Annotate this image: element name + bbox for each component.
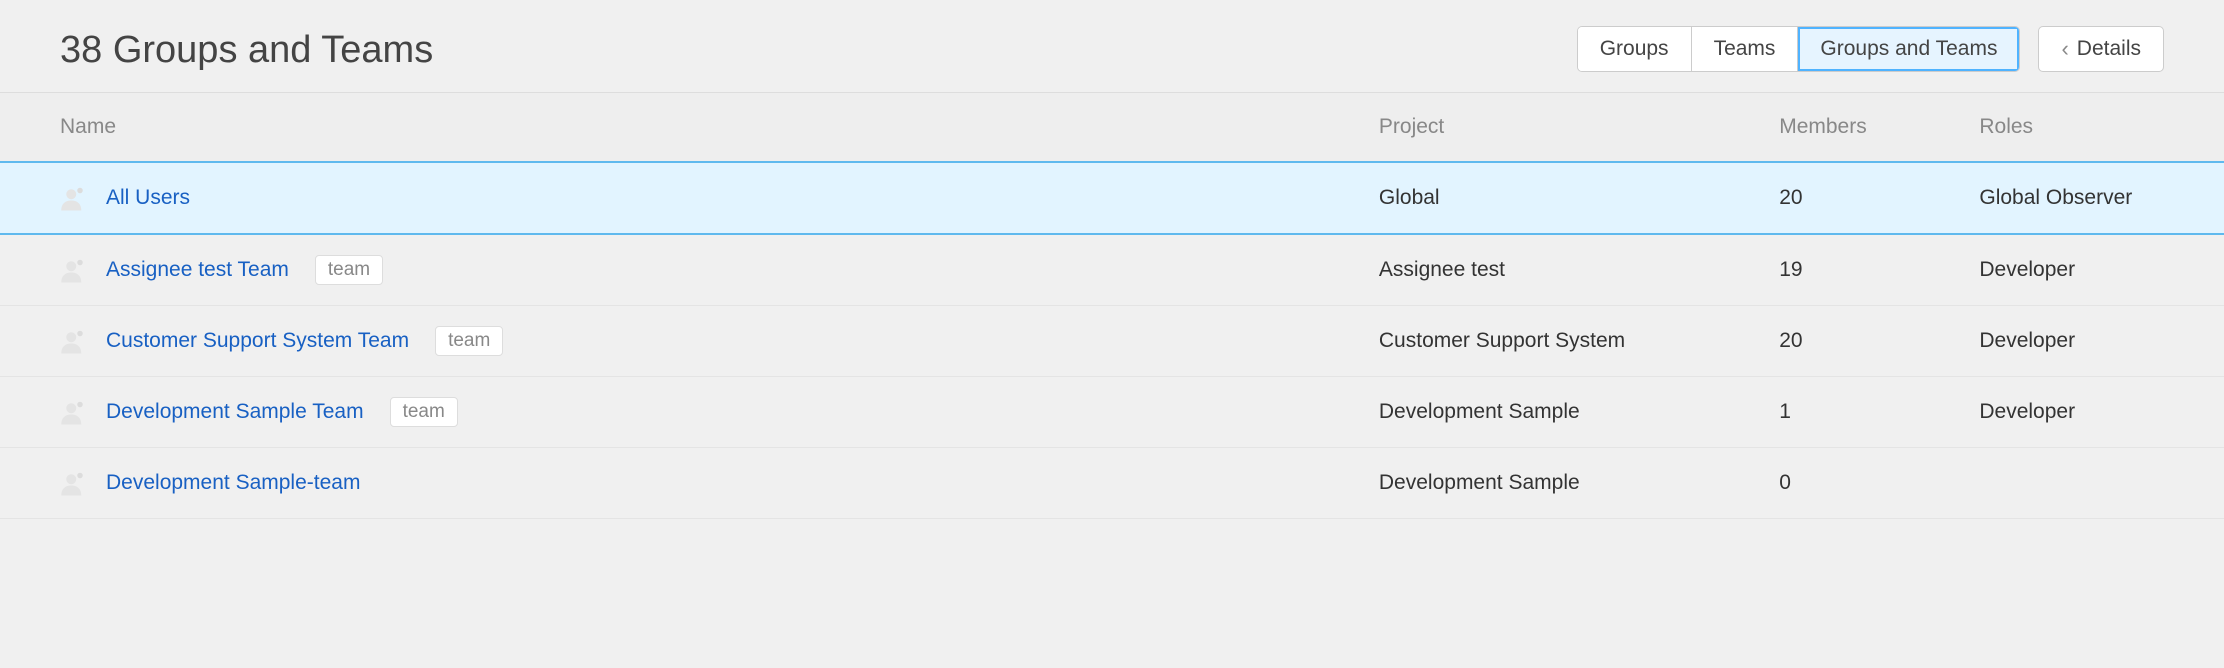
team-badge: team [435, 326, 503, 356]
group-name-link[interactable]: All Users [106, 186, 190, 210]
col-header-members[interactable]: Members [1779, 93, 1979, 163]
cell-project: Development Sample [1379, 448, 1779, 519]
table-row[interactable]: Development Sample-team Development Sampl… [0, 448, 2224, 519]
table-header-row: Name Project Members Roles [0, 93, 2224, 163]
cell-project: Global [1379, 162, 1779, 234]
details-label: Details [2077, 37, 2141, 61]
tab-groups-and-teams[interactable]: Groups and Teams [1798, 27, 2019, 71]
cell-members: 19 [1779, 234, 1979, 306]
cell-members: 1 [1779, 377, 1979, 448]
cell-roles [1979, 448, 2224, 519]
cell-roles: Developer [1979, 234, 2224, 306]
cell-roles: Global Observer [1979, 162, 2224, 234]
cell-project: Assignee test [1379, 234, 1779, 306]
view-tab-group: Groups Teams Groups and Teams [1577, 26, 2021, 72]
col-header-project[interactable]: Project [1379, 93, 1779, 163]
page-title: 38 Groups and Teams [60, 29, 433, 72]
cell-members: 20 [1779, 306, 1979, 377]
users-icon [60, 183, 90, 213]
group-name-link[interactable]: Development Sample-team [106, 471, 360, 495]
toolbar: Groups Teams Groups and Teams ‹ Details [1577, 26, 2164, 72]
cell-project: Customer Support System [1379, 306, 1779, 377]
group-name-link[interactable]: Assignee test Team [106, 258, 289, 282]
group-name-link[interactable]: Customer Support System Team [106, 329, 409, 353]
users-icon [60, 468, 90, 498]
table-row[interactable]: Customer Support System Team team Customer… [0, 306, 2224, 377]
cell-members: 20 [1779, 162, 1979, 234]
users-icon [60, 255, 90, 285]
col-header-roles[interactable]: Roles [1979, 93, 2224, 163]
cell-roles: Developer [1979, 306, 2224, 377]
users-icon [60, 397, 90, 427]
cell-members: 0 [1779, 448, 1979, 519]
team-badge: team [315, 255, 383, 285]
groups-table: Name Project Members Roles All Users Glob… [0, 92, 2224, 519]
users-icon [60, 326, 90, 356]
table-row[interactable]: Assignee test Team team Assignee test19Dev… [0, 234, 2224, 306]
table-row[interactable]: All Users Global20Global Observer [0, 162, 2224, 234]
tab-groups[interactable]: Groups [1578, 27, 1692, 71]
cell-project: Development Sample [1379, 377, 1779, 448]
details-button[interactable]: ‹ Details [2038, 26, 2164, 72]
team-badge: team [390, 397, 458, 427]
group-name-link[interactable]: Development Sample Team [106, 400, 364, 424]
table-row[interactable]: Development Sample Team team Development S… [0, 377, 2224, 448]
chevron-left-icon: ‹ [2061, 38, 2068, 60]
tab-teams[interactable]: Teams [1692, 27, 1799, 71]
cell-roles: Developer [1979, 377, 2224, 448]
col-header-name[interactable]: Name [0, 93, 1379, 163]
